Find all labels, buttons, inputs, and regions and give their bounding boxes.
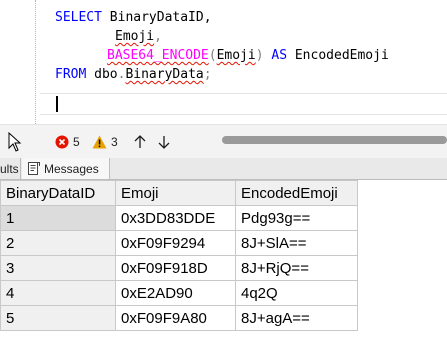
sql-editor[interactable]: SELECT BinaryDataID, Emoji, BASE64_ENCOD… bbox=[0, 0, 447, 124]
code-line-1: SELECT BinaryDataID, bbox=[55, 8, 212, 27]
column-header-encodedemoji[interactable]: EncodedEmoji bbox=[235, 180, 358, 206]
current-line-highlight bbox=[40, 93, 447, 115]
comma: , bbox=[154, 29, 162, 44]
warning-count: 3 bbox=[111, 135, 118, 149]
column-emoji: Emoji bbox=[115, 29, 155, 44]
next-issue-button[interactable] bbox=[158, 125, 170, 159]
column-binarydataid: BinaryDataID, bbox=[101, 10, 212, 25]
cell-emoji[interactable]: 0xF09F9294 bbox=[115, 230, 236, 256]
warnings-indicator[interactable]: 3 bbox=[92, 125, 118, 159]
cell-emoji[interactable]: 0xE2AD90 bbox=[115, 280, 236, 306]
header-row: BinaryDataID Emoji EncodedEmoji bbox=[0, 180, 358, 206]
code-line-2: Emoji, bbox=[115, 27, 162, 46]
results-table: BinaryDataID Emoji EncodedEmoji 1 0x3DD8… bbox=[0, 180, 358, 331]
warning-icon bbox=[92, 135, 107, 149]
semicolon: ; bbox=[203, 67, 212, 82]
cell-encodedemoji[interactable]: 8J+agA== bbox=[235, 305, 358, 331]
cursor-pointer bbox=[8, 125, 22, 159]
code-line-4: FROM dbo.BinaryData; bbox=[55, 65, 212, 84]
select-keyword: SELECT bbox=[55, 10, 102, 25]
cell-emoji[interactable]: 0xF09F9A80 bbox=[115, 305, 236, 331]
arrow-down-icon bbox=[158, 136, 170, 149]
table-row[interactable]: 4 0xE2AD90 4q2Q bbox=[0, 280, 358, 306]
column-header-binarydataid[interactable]: BinaryDataID bbox=[0, 180, 116, 206]
cell-binarydataid[interactable]: 5 bbox=[0, 305, 116, 331]
cell-emoji[interactable]: 0xF09F918D bbox=[115, 255, 236, 281]
error-icon bbox=[55, 135, 69, 149]
tab-results-label: ults bbox=[0, 161, 19, 176]
table-row[interactable]: 5 0xF09F9A80 8J+agA== bbox=[0, 305, 358, 331]
table-row[interactable]: 2 0xF09F9294 8J+SlA== bbox=[0, 230, 358, 256]
cell-encodedemoji[interactable]: 8J+SlA== bbox=[235, 230, 358, 256]
cell-encodedemoji[interactable]: 4q2Q bbox=[235, 280, 358, 306]
alias-encodedemoji: EncodedEmoji bbox=[287, 48, 389, 63]
errors-indicator[interactable]: 5 bbox=[55, 125, 80, 159]
table-row[interactable]: 1 0x3DD83DDE Pdg93g== bbox=[0, 205, 358, 231]
arrow-up-icon bbox=[134, 135, 146, 148]
function-arg-emoji: Emoji bbox=[216, 48, 256, 63]
messages-icon bbox=[28, 162, 40, 175]
horizontal-scrollbar[interactable] bbox=[222, 136, 447, 144]
table-row[interactable]: 3 0xF09F918D 8J+RjQ== bbox=[0, 255, 358, 281]
cell-encodedemoji[interactable]: 8J+RjQ== bbox=[235, 255, 358, 281]
open-paren: ( bbox=[208, 48, 217, 63]
cell-binarydataid[interactable]: 4 bbox=[0, 280, 116, 306]
table-binarydata: BinaryData bbox=[125, 67, 204, 82]
previous-issue-button[interactable] bbox=[134, 125, 146, 159]
results-tab-strip: ults Messages bbox=[0, 158, 447, 180]
editor-gutter-guide bbox=[35, 0, 37, 124]
tab-messages-label: Messages bbox=[44, 161, 99, 176]
base64-encode-function: BASE64_ENCODE bbox=[107, 48, 209, 63]
mouse-cursor-icon bbox=[8, 132, 22, 152]
cell-binarydataid[interactable]: 2 bbox=[0, 230, 116, 256]
schema-dbo: dbo bbox=[94, 67, 118, 82]
cell-emoji[interactable]: 0x3DD83DDE bbox=[115, 205, 236, 231]
as-keyword: AS bbox=[271, 48, 288, 63]
from-keyword: FROM bbox=[55, 67, 87, 82]
code-line-3: BASE64_ENCODE(Emoji) AS EncodedEmoji bbox=[107, 46, 389, 65]
results-grid[interactable]: BinaryDataID Emoji EncodedEmoji 1 0x3DD8… bbox=[0, 180, 447, 349]
column-header-emoji[interactable]: Emoji bbox=[115, 180, 236, 206]
error-count: 5 bbox=[73, 135, 80, 149]
cell-encodedemoji[interactable]: Pdg93g== bbox=[235, 205, 358, 231]
cell-binarydataid[interactable]: 1 bbox=[0, 205, 116, 231]
cell-binarydataid[interactable]: 3 bbox=[0, 255, 116, 281]
close-paren: ) bbox=[255, 48, 264, 63]
tab-messages[interactable]: Messages bbox=[22, 158, 110, 179]
tab-results[interactable]: ults bbox=[0, 158, 21, 179]
text-caret bbox=[56, 96, 58, 112]
